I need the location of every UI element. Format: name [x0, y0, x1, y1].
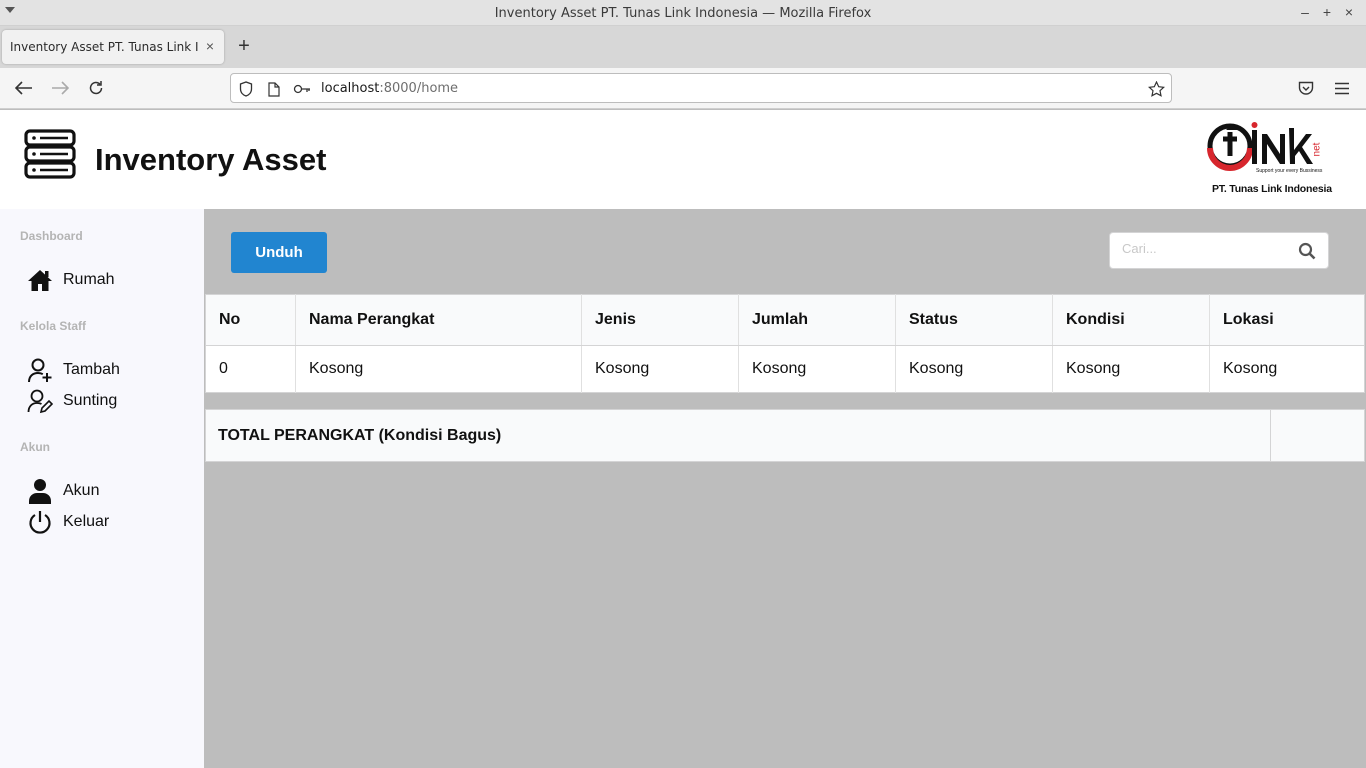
sidebar-item-tambah[interactable]: Tambah [26, 356, 120, 384]
url-host: localhost [321, 81, 380, 96]
sidebar-section-kelola-staff: Kelola Staff [20, 319, 87, 333]
power-icon [26, 508, 54, 536]
sidebar-item-sunting[interactable]: Sunting [26, 387, 117, 415]
inventory-table: No Nama Perangkat Jenis Jumlah Status Ko… [205, 294, 1365, 393]
key-icon[interactable] [293, 80, 311, 98]
total-divider [1270, 410, 1271, 461]
table-cell: Kosong [295, 345, 582, 393]
window-titlebar: Inventory Asset PT. Tunas Link Indonesia… [0, 0, 1366, 26]
column-header[interactable]: No [205, 294, 296, 346]
new-tab-icon[interactable]: + [234, 35, 254, 58]
page-icon[interactable] [265, 80, 283, 98]
maximize-icon[interactable]: + [1322, 3, 1332, 21]
user-edit-icon [26, 387, 54, 415]
column-header[interactable]: Jenis [581, 294, 739, 346]
server-stack-icon [24, 128, 76, 185]
sidebar-item-label: Tambah [63, 361, 120, 378]
user-plus-icon [26, 356, 54, 384]
sidebar-item-label: Keluar [63, 513, 110, 530]
url-bar[interactable]: localhost:8000/home [230, 73, 1172, 103]
search-box[interactable] [1109, 232, 1329, 269]
table-cell: Kosong [581, 345, 739, 393]
table-header-row: No Nama Perangkat Jenis Jumlah Status Ko… [205, 294, 1365, 346]
back-icon[interactable] [14, 78, 34, 98]
url-path: :8000/home [379, 81, 459, 96]
sidebar-item-label: Akun [63, 482, 100, 499]
browser-tab[interactable]: Inventory Asset PT. Tunas Link Indonesia… [2, 30, 224, 64]
column-header[interactable]: Lokasi [1209, 294, 1365, 346]
table-row: 0 Kosong Kosong Kosong Kosong Kosong Kos… [206, 345, 1365, 393]
minimize-icon[interactable]: – [1300, 3, 1310, 21]
total-summary: TOTAL PERANGKAT (Kondisi Bagus) [205, 409, 1365, 462]
shield-icon[interactable] [237, 80, 255, 98]
brand-tagline: Support your every Bussiness [1256, 168, 1323, 174]
sidebar: Dashboard Rumah Kelola Staff Tambah Sunt… [0, 209, 204, 768]
sidebar-item-label: Rumah [63, 271, 115, 288]
table-cell: Kosong [1052, 345, 1210, 393]
sidebar-item-keluar[interactable]: Keluar [26, 508, 109, 536]
tab-strip: Inventory Asset PT. Tunas Link Indonesia… [0, 26, 1366, 68]
search-input[interactable] [1122, 241, 1292, 256]
brand-net-text: net [1311, 142, 1323, 157]
table-cell: 0 [219, 360, 228, 377]
tab-close-icon[interactable]: × [206, 38, 214, 54]
forward-icon[interactable] [50, 78, 70, 98]
column-header[interactable]: Kondisi [1052, 294, 1210, 346]
pocket-icon[interactable] [1296, 78, 1316, 98]
close-window-icon[interactable]: × [1344, 3, 1354, 21]
hamburger-menu-icon[interactable] [1332, 78, 1352, 98]
table-cell: Kosong [895, 345, 1053, 393]
sidebar-section-akun: Akun [20, 440, 50, 454]
reload-icon[interactable] [86, 78, 106, 98]
window-title: Inventory Asset PT. Tunas Link Indonesia… [494, 6, 872, 21]
brand-company-name: PT. Tunas Link Indonesia [1212, 183, 1332, 195]
sidebar-section-dashboard: Dashboard [20, 229, 83, 243]
total-label: TOTAL PERANGKAT (Kondisi Bagus) [218, 427, 502, 444]
page-title: Inventory Asset [95, 142, 327, 177]
sidebar-item-rumah[interactable]: Rumah [26, 266, 115, 294]
column-header[interactable]: Status [895, 294, 1053, 346]
company-logo: net Support your every Bussiness PT. Tun… [1206, 118, 1336, 198]
home-icon [26, 266, 54, 294]
user-icon [26, 477, 54, 505]
column-header[interactable]: Nama Perangkat [295, 294, 582, 346]
main-content: Unduh No Nama Perangkat Jenis Jumlah Sta… [204, 209, 1366, 768]
app-header: Inventory Asset net Support your every B… [0, 110, 1366, 209]
url-text[interactable]: localhost:8000/home [321, 81, 458, 96]
column-header[interactable]: Jumlah [738, 294, 896, 346]
search-icon[interactable] [1298, 242, 1316, 265]
tab-title: Inventory Asset PT. Tunas Link Indonesia [10, 40, 198, 54]
navigation-bar: localhost:8000/home [0, 68, 1366, 109]
table-cell: Kosong [738, 345, 896, 393]
table-cell: Kosong [1209, 345, 1365, 393]
download-button[interactable]: Unduh [231, 232, 327, 273]
sidebar-item-label: Sunting [63, 392, 118, 409]
sidebar-item-akun[interactable]: Akun [26, 477, 99, 505]
bookmark-star-icon[interactable] [1147, 80, 1165, 98]
